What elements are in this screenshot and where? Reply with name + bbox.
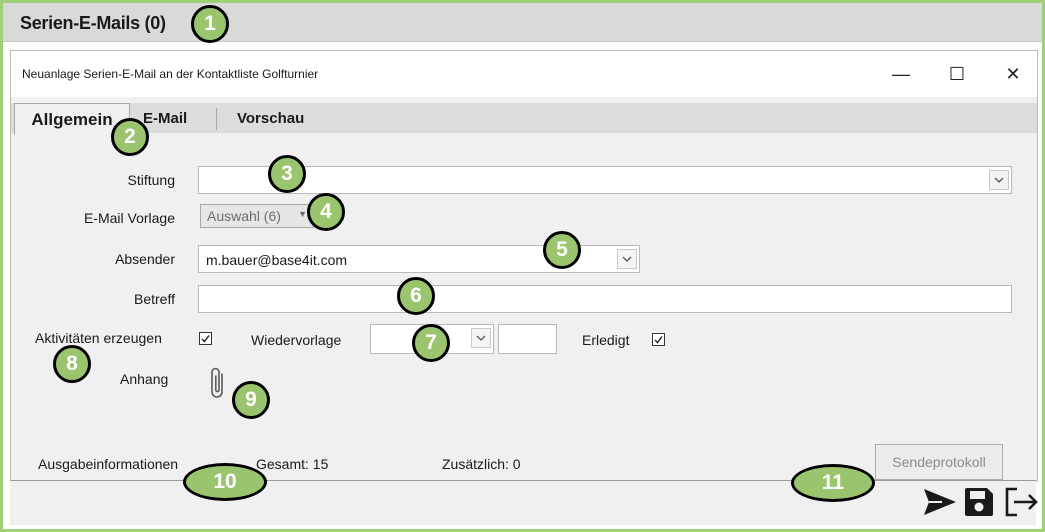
outer-title-bar: Serien-E-Mails (0): [3, 3, 1042, 42]
betreff-label: Betreff: [134, 291, 175, 307]
absender-label: Absender: [115, 251, 175, 267]
callout-badge-2: 2: [111, 118, 149, 156]
save-icon[interactable]: [963, 486, 995, 523]
window-frame: Serien-E-Mails (0) Neuanlage Serien-E-Ma…: [0, 0, 1045, 532]
callout-badge-5: 5: [543, 231, 581, 269]
ausgabe-label: Ausgabeinformationen: [38, 456, 179, 472]
stiftung-label: Stiftung: [127, 172, 175, 188]
stiftung-combobox[interactable]: [198, 166, 1012, 194]
tab-email[interactable]: E-Mail: [143, 103, 203, 133]
vorlage-button-label: Auswahl (6): [207, 208, 281, 224]
erledigt-label: Erledigt: [582, 332, 630, 348]
callout-badge-1: 1: [191, 5, 229, 43]
vorlage-label: E-Mail Vorlage: [83, 210, 175, 226]
exit-icon[interactable]: [1003, 486, 1041, 523]
zusaetzlich-count: Zusätzlich: 0: [442, 456, 521, 472]
aktivitaeten-label: Aktivitäten erzeugen: [35, 330, 162, 346]
chevron-down-icon[interactable]: [471, 328, 491, 348]
dialog-title: Neuanlage Serien-E-Mail an der Kontaktli…: [22, 67, 319, 81]
gesamt-count: Gesamt: 15: [256, 456, 329, 472]
dialog-window: Neuanlage Serien-E-Mail an der Kontaktli…: [10, 50, 1038, 482]
callout-badge-6: 6: [397, 277, 435, 315]
tab-vorschau[interactable]: Vorschau: [237, 103, 317, 133]
maximize-button[interactable]: ☐: [942, 61, 972, 87]
outer-title: Serien-E-Mails (0): [20, 13, 166, 33]
absender-value: m.bauer@base4it.com: [206, 252, 348, 268]
sendeprotokoll-button[interactable]: Sendeprotokoll: [875, 444, 1003, 480]
tab-separator: [216, 108, 217, 130]
chevron-down-icon[interactable]: [989, 170, 1009, 190]
callout-badge-10: 10: [183, 463, 267, 501]
wiedervorlage-time-input[interactable]: [498, 324, 557, 354]
callout-badge-8: 8: [53, 345, 91, 383]
callout-badge-11: 11: [791, 464, 875, 502]
paperclip-icon[interactable]: [208, 366, 228, 407]
chevron-down-icon[interactable]: [617, 249, 637, 269]
caret-down-icon: ▼: [298, 209, 307, 219]
aktivitaeten-checkbox[interactable]: [199, 332, 212, 345]
send-icon[interactable]: [922, 486, 958, 523]
minimize-button[interactable]: —: [886, 61, 916, 87]
wiedervorlage-label: Wiedervorlage: [251, 332, 342, 348]
tab-bar: Allgemein E-Mail Vorschau: [11, 103, 1037, 135]
dialog-title-bar: Neuanlage Serien-E-Mail an der Kontaktli…: [11, 51, 1037, 97]
close-button[interactable]: ✕: [998, 61, 1028, 87]
callout-badge-4: 4: [307, 193, 345, 231]
betreff-input[interactable]: [198, 285, 1012, 313]
callout-badge-3: 3: [268, 155, 306, 193]
erledigt-checkbox[interactable]: [652, 333, 665, 346]
vorlage-dropdown-button[interactable]: Auswahl (6) ▼: [200, 204, 314, 228]
callout-badge-7: 7: [412, 324, 450, 362]
callout-badge-9: 9: [232, 381, 270, 419]
anhang-label: Anhang: [120, 371, 169, 387]
action-bar: [10, 480, 1036, 525]
